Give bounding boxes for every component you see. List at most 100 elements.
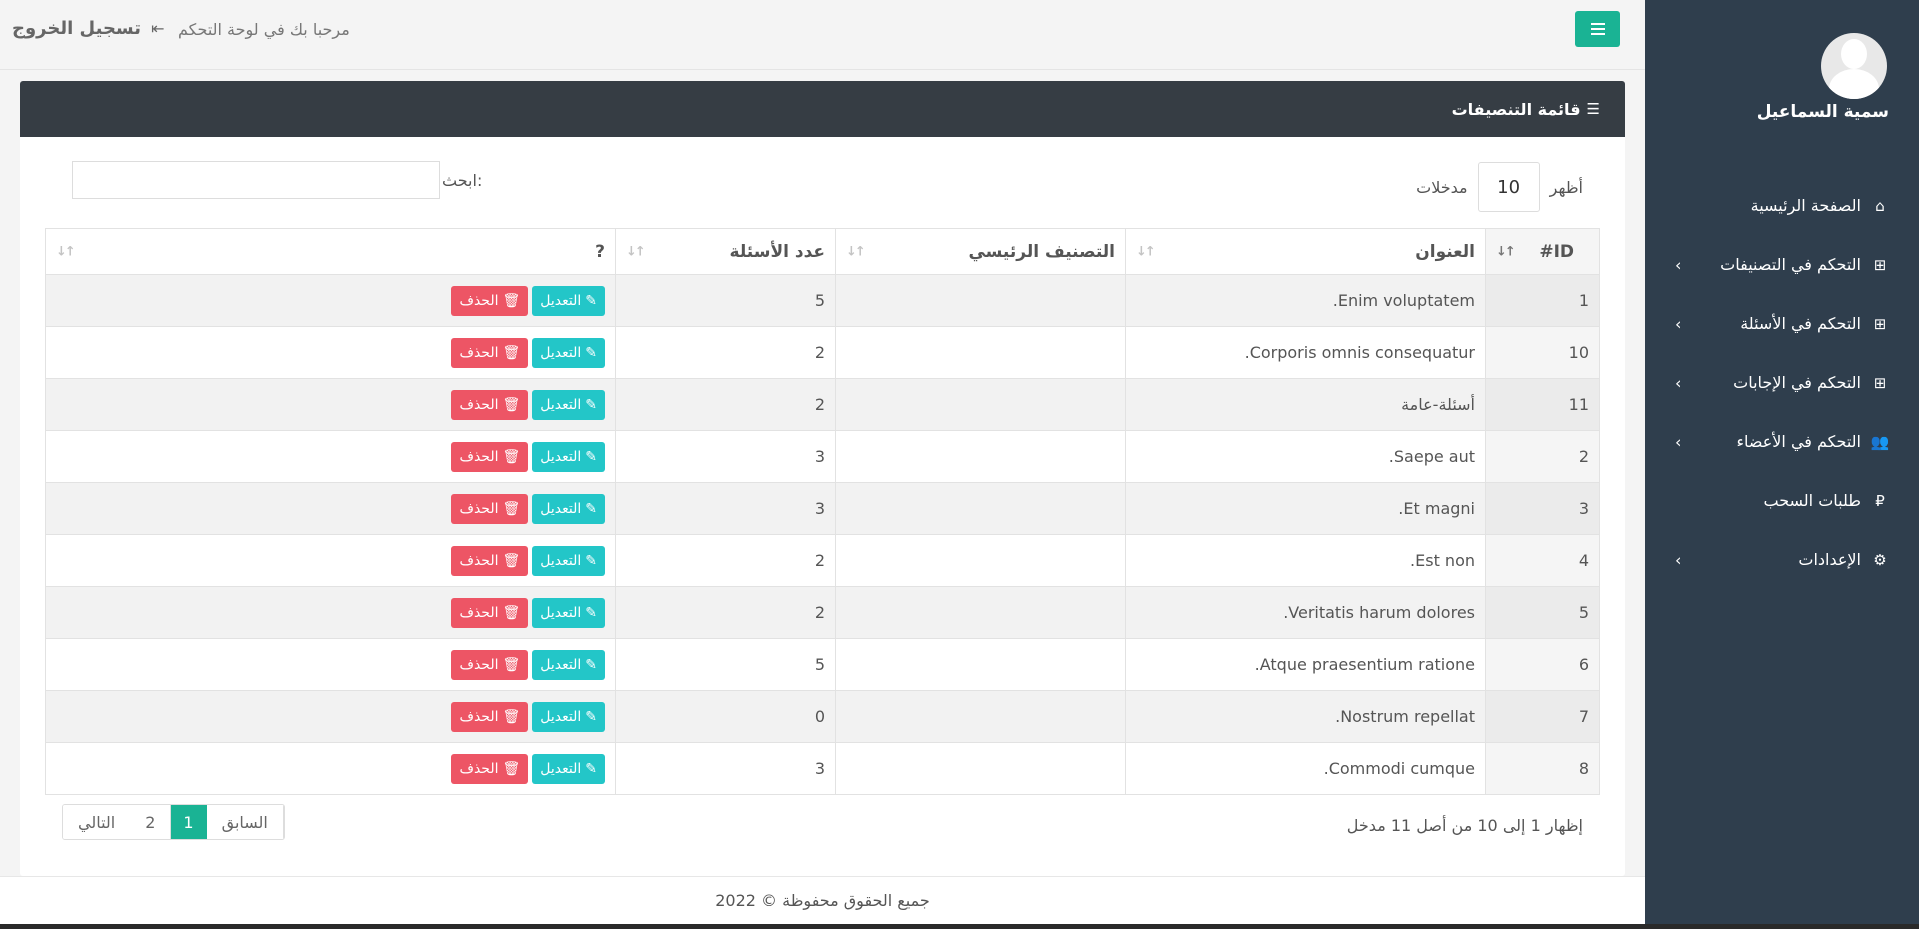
delete-button[interactable]: 🗑 الحذف (451, 389, 529, 420)
delete-button[interactable]: 🗑 الحذف (451, 285, 529, 316)
cell-actions: ✎ التعديل 🗑 الحذف (45, 690, 616, 743)
logout-link[interactable]: تسجيل الخروج ⇤ (12, 18, 164, 39)
delete-button[interactable]: 🗑 الحذف (451, 545, 529, 576)
cell-actions: ✎ التعديل 🗑 الحذف (45, 638, 616, 691)
col-header-main-category[interactable]: التصنيف الرئيسي ↑↓ (835, 228, 1126, 275)
sidebar-item-6[interactable]: ⚙ الإعدادات ‹ (1645, 530, 1919, 589)
sign-out-icon: ⇤ (151, 19, 165, 38)
sidebar-item-0[interactable]: ⌂ الصفحة الرئيسية (1645, 176, 1919, 235)
categories-table: ID# ↑↓ العنوان ↑↓ التصنيف الرئيسي ↑↓ عدد الأسئ… (45, 228, 1600, 795)
cell-title: Corporis omnis consequatur. (1125, 326, 1486, 379)
cell-actions: ✎ التعديل 🗑 الحذف (45, 482, 616, 535)
sort-icon: ↑↓ (1496, 244, 1516, 259)
cell-id: 8 (1485, 742, 1600, 795)
edit-button[interactable]: ✎ التعديل (532, 493, 605, 524)
delete-button[interactable]: 🗑 الحذف (451, 441, 529, 472)
cell-main-category (835, 378, 1126, 431)
prev-page-button[interactable]: السابق (206, 805, 284, 839)
delete-label: الحذف (459, 604, 499, 621)
sidebar-item-label: التحكم في الأسئلة (1740, 314, 1861, 333)
col-header-label: ? (595, 241, 605, 262)
delete-label: الحذف (459, 396, 499, 413)
cell-main-category (835, 274, 1126, 327)
edit-label: التعديل (540, 292, 582, 309)
sidebar-item-label: الصفحة الرئيسية (1750, 196, 1861, 215)
length-select[interactable]: 10 (1477, 162, 1540, 212)
cell-title: Enim voluptatem. (1125, 274, 1486, 327)
edit-button[interactable]: ✎ التعديل (532, 285, 605, 316)
cell-title: Atque praesentium ratione. (1125, 638, 1486, 691)
edit-icon: ✎ (585, 292, 597, 309)
col-header-label: التصنيف الرئيسي (968, 241, 1115, 262)
delete-button[interactable]: 🗑 الحذف (451, 597, 529, 628)
sort-icon: ↑↓ (626, 244, 646, 259)
edit-icon: ✎ (585, 760, 597, 777)
cell-main-category (835, 690, 1126, 743)
sidebar-item-3[interactable]: ⊞ التحكم في الإجابات ‹ (1645, 353, 1919, 412)
sort-icon: ↑↓ (1136, 244, 1156, 259)
edit-button[interactable]: ✎ التعديل (532, 441, 605, 472)
edit-button[interactable]: ✎ التعديل (532, 701, 605, 732)
trash-icon: 🗑 (502, 552, 521, 569)
table-row: 4 Est non. 2 ✎ التعديل 🗑 الحذف (45, 534, 1600, 587)
table-row: 3 Et magni. 3 ✎ التعديل 🗑 الحذف (45, 482, 1600, 535)
sidebar-item-5[interactable]: ₽ طلبات السحب (1645, 471, 1919, 530)
col-header-title[interactable]: العنوان ↑↓ (1125, 228, 1486, 275)
search-input[interactable] (72, 161, 440, 199)
col-header-question-count[interactable]: عدد الأسئلة ↑↓ (615, 228, 836, 275)
sidebar-item-label: التحكم في الأعضاء (1736, 432, 1861, 451)
welcome-text: مرحبا بك في لوحة التحكم (178, 20, 350, 39)
chevron-left-icon: ‹ (1675, 373, 1682, 392)
sort-icon: ↑↓ (846, 244, 866, 259)
col-header-id[interactable]: ID# ↑↓ (1485, 228, 1600, 275)
cell-main-category (835, 430, 1126, 483)
delete-button[interactable]: 🗑 الحذف (451, 701, 529, 732)
edit-button[interactable]: ✎ التعديل (532, 597, 605, 628)
user-name: سمية السماعيل (1756, 102, 1889, 122)
delete-label: الحذف (459, 708, 499, 725)
edit-button[interactable]: ✎ التعديل (532, 753, 605, 784)
delete-button[interactable]: 🗑 الحذف (451, 493, 529, 524)
cell-actions: ✎ التعديل 🗑 الحذف (45, 586, 616, 639)
paypal-icon: ₽ (1875, 491, 1885, 510)
sidebar-item-4[interactable]: 👥 التحكم في الأعضاء ‹ (1645, 412, 1919, 471)
edit-icon: ✎ (585, 656, 597, 673)
cell-question-count: 5 (615, 638, 836, 691)
delete-label: الحذف (459, 448, 499, 465)
cell-title: أسئلة-عامة (1125, 378, 1486, 431)
edit-button[interactable]: ✎ التعديل (532, 649, 605, 680)
table-row: 2 Saepe aut. 3 ✎ التعديل 🗑 الحذف (45, 430, 1600, 483)
trash-icon: 🗑 (502, 292, 521, 309)
edit-icon: ✎ (585, 552, 597, 569)
sidebar: سمية السماعيل ⌂ الصفحة الرئيسية ⊞ التحكم في… (1645, 0, 1919, 929)
delete-button[interactable]: 🗑 الحذف (451, 337, 529, 368)
edit-button[interactable]: ✎ التعديل (532, 545, 605, 576)
delete-label: الحذف (459, 344, 499, 361)
sidebar-item-1[interactable]: ⊞ التحكم في التصنيفات ‹ (1645, 235, 1919, 294)
sidebar-item-2[interactable]: ⊞ التحكم في الأسئلة ‹ (1645, 294, 1919, 353)
cell-question-count: 2 (615, 534, 836, 587)
grid-icon: ⊞ (1873, 314, 1887, 333)
page-button-2[interactable]: 2 (130, 805, 172, 839)
col-header-label: ID# (1539, 241, 1574, 262)
length-control: أظهر 10 مدخلات (1416, 162, 1583, 212)
col-header-actions[interactable]: ? ↑↓ (45, 228, 616, 275)
cell-actions: ✎ التعديل 🗑 الحذف (45, 274, 616, 327)
trash-icon: 🗑 (502, 500, 521, 517)
edit-label: التعديل (540, 656, 582, 673)
page-button-1[interactable]: 1 (171, 805, 207, 839)
edit-label: التعديل (540, 344, 582, 361)
table-row: 10 Corporis omnis consequatur. 2 ✎ التعديل 🗑 ا… (45, 326, 1600, 379)
edit-button[interactable]: ✎ التعديل (532, 389, 605, 420)
delete-button[interactable]: 🗑 الحذف (451, 753, 529, 784)
edit-label: التعديل (540, 500, 582, 517)
sidebar-item-label: الإعدادات (1798, 550, 1861, 569)
edit-label: التعديل (540, 604, 582, 621)
cell-id: 5 (1485, 586, 1600, 639)
edit-button[interactable]: ✎ التعديل (532, 337, 605, 368)
list-icon: ☰ (1586, 100, 1600, 118)
menu-toggle-button[interactable] (1575, 11, 1620, 47)
delete-button[interactable]: 🗑 الحذف (451, 649, 529, 680)
next-page-button[interactable]: التالي (63, 805, 131, 839)
delete-label: الحذف (459, 292, 499, 309)
